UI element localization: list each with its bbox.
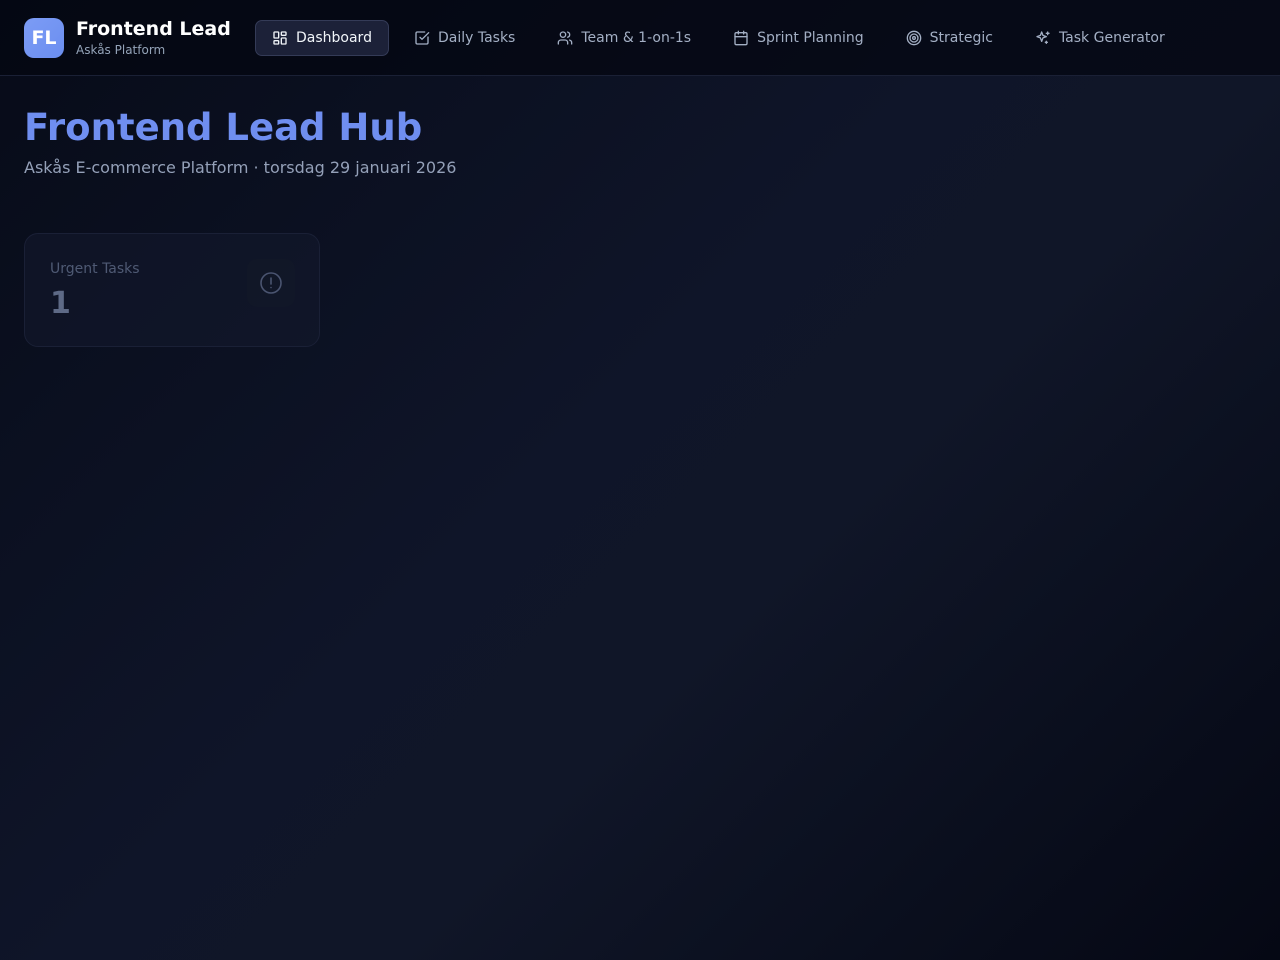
calendar-icon [734, 30, 748, 45]
page-title: Frontend Lead Hub [24, 106, 423, 149]
top-navigation-bar: FL Frontend Lead Askås Platform Dashboar… [0, 0, 1280, 76]
page-subtitle: Askås E-commerce Platform · torsdag 29 j… [24, 158, 457, 177]
dashboard-icon [273, 30, 287, 45]
sparkles-icon [1036, 30, 1050, 44]
nav-item-sprint-planning[interactable]: Sprint Planning [716, 20, 881, 56]
nav-item-strategic[interactable]: Strategic [889, 20, 1010, 56]
brand-text: Frontend Lead Askås Platform [76, 18, 231, 57]
nav-item-label: Daily Tasks [437, 29, 516, 46]
stat-card-urgent-tasks[interactable]: Urgent Tasks 1 [24, 233, 320, 347]
main-nav: Dashboard Daily Tasks Team & 1-on-1s Spr… [255, 19, 1190, 56]
nav-item-daily-tasks[interactable]: Daily Tasks [397, 20, 532, 56]
target-icon [906, 30, 921, 45]
nav-item-team[interactable]: Team & 1-on-1s [540, 20, 708, 56]
nav-item-dashboard[interactable]: Dashboard [255, 19, 389, 56]
stat-card-value: 1 [50, 286, 71, 321]
brand-subtitle: Askås Platform [76, 43, 166, 57]
nav-item-label: Task Generator [1058, 29, 1165, 46]
stat-card-icon-box [247, 259, 295, 307]
nav-item-label: Sprint Planning [757, 29, 864, 46]
nav-item-label: Dashboard [296, 29, 372, 46]
users-icon [558, 30, 573, 45]
nav-item-task-generator[interactable]: Task Generator [1018, 20, 1182, 56]
stat-card-label: Urgent Tasks [50, 261, 140, 277]
brand[interactable]: FL Frontend Lead Askås Platform [24, 17, 255, 58]
nav-item-label: Team & 1-on-1s [581, 29, 692, 46]
brand-logo: FL [24, 17, 64, 58]
nav-item-label: Strategic [929, 29, 993, 46]
brand-title: Frontend Lead [76, 18, 231, 40]
alert-circle-icon [260, 272, 282, 294]
checkbox-icon [415, 30, 430, 45]
